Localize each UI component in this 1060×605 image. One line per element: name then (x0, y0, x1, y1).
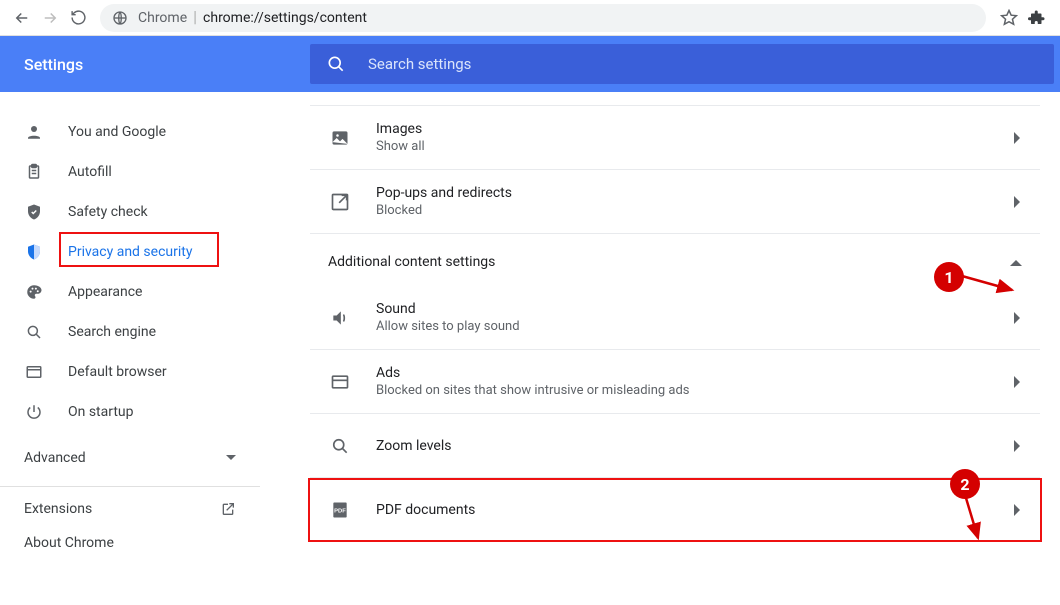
search-placeholder: Search settings (368, 55, 471, 73)
sidebar-label: Privacy and security (68, 244, 192, 260)
annotation-badge-2: 2 (950, 469, 980, 499)
back-button[interactable] (8, 4, 36, 32)
settings-sidebar: You and Google Autofill Safety check Pri… (0, 92, 260, 605)
sidebar-item-privacy-security[interactable]: Privacy and security (0, 232, 260, 272)
row-zoom-levels[interactable]: Zoom levels (310, 414, 1040, 478)
sidebar-item-on-startup[interactable]: On startup (0, 392, 260, 432)
extensions-icon[interactable] (1028, 9, 1046, 27)
shield-check-icon (24, 203, 44, 221)
chevron-right-icon (1014, 376, 1022, 388)
sidebar-extensions[interactable]: Extensions (0, 487, 260, 531)
image-icon (328, 128, 352, 148)
row-subtitle: Blocked on sites that show intrusive or … (376, 383, 1014, 398)
extensions-label: Extensions (24, 501, 92, 517)
sidebar-label: You and Google (68, 124, 166, 140)
url-text: chrome://settings/content (203, 10, 367, 26)
clipboard-icon (24, 163, 44, 181)
sidebar-item-you-and-google[interactable]: You and Google (0, 112, 260, 152)
ads-icon (328, 372, 352, 392)
section-additional-content[interactable]: Additional content settings (310, 234, 1040, 286)
sidebar-label: Autofill (68, 164, 112, 180)
browser-window-icon (24, 363, 44, 381)
row-popups-redirects[interactable]: Pop-ups and redirects Blocked (310, 170, 1040, 234)
forward-button[interactable] (36, 4, 64, 32)
sidebar-advanced[interactable]: Advanced (0, 432, 260, 478)
settings-search[interactable]: Search settings (310, 44, 1054, 84)
sidebar-item-default-browser[interactable]: Default browser (0, 352, 260, 392)
row-title: Zoom levels (376, 438, 1014, 454)
svg-text:PDF: PDF (334, 509, 346, 515)
sidebar-item-safety-check[interactable]: Safety check (0, 192, 260, 232)
address-bar[interactable]: Chrome | chrome://settings/content (100, 4, 986, 32)
section-header-label: Additional content settings (328, 254, 495, 270)
popup-icon (328, 192, 352, 212)
pdf-icon: PDF (328, 500, 352, 520)
row-pdf-documents[interactable]: PDF PDF documents (308, 478, 1042, 542)
row-title: Ads (376, 365, 1014, 381)
row-sound[interactable]: Sound Allow sites to play sound (310, 286, 1040, 350)
sidebar-item-autofill[interactable]: Autofill (0, 152, 260, 192)
security-shield-icon (24, 243, 44, 261)
zoom-icon (328, 436, 352, 456)
chevron-right-icon (1014, 132, 1022, 144)
reload-button[interactable] (64, 4, 92, 32)
sidebar-label: Safety check (68, 204, 148, 220)
bookmark-star-icon[interactable] (1000, 9, 1018, 27)
power-icon (24, 403, 44, 421)
url-separator: | (193, 7, 197, 26)
person-icon (24, 123, 44, 141)
row-subtitle: Blocked (376, 203, 1014, 218)
content-pane: Images Show all Pop-ups and redirects Bl… (260, 92, 1060, 605)
url-label-chrome: Chrome (138, 10, 187, 26)
magnifier-icon (24, 323, 44, 341)
caret-down-icon (226, 453, 236, 463)
external-link-icon (220, 501, 236, 517)
browser-toolbar: Chrome | chrome://settings/content (0, 0, 1060, 36)
row-subtitle: Show all (376, 139, 1014, 154)
row-ads[interactable]: Ads Blocked on sites that show intrusive… (310, 350, 1040, 414)
chevron-up-icon (1010, 258, 1022, 266)
site-info-icon[interactable] (112, 10, 128, 26)
search-icon (326, 54, 346, 74)
annotation-badge-1: 1 (934, 262, 964, 292)
sidebar-about-chrome[interactable]: About Chrome (0, 531, 260, 565)
settings-header: Settings Search settings (0, 36, 1060, 92)
chevron-right-icon (1014, 504, 1022, 516)
chevron-right-icon (1014, 312, 1022, 324)
sidebar-label: Appearance (68, 284, 142, 300)
row-title: Sound (376, 301, 1014, 317)
row-title: PDF documents (376, 502, 1014, 518)
about-chrome-label: About Chrome (24, 535, 114, 551)
chevron-right-icon (1014, 440, 1022, 452)
sidebar-label: Default browser (68, 364, 167, 380)
row-title: Pop-ups and redirects (376, 185, 1014, 201)
row-images[interactable]: Images Show all (310, 106, 1040, 170)
row-title: Images (376, 121, 1014, 137)
sound-icon (328, 308, 352, 328)
chevron-right-icon (1014, 196, 1022, 208)
annotation-arrow-1 (960, 272, 1020, 302)
sidebar-label: Search engine (68, 324, 156, 340)
settings-title: Settings (24, 55, 310, 74)
palette-icon (24, 283, 44, 301)
sidebar-item-search-engine[interactable]: Search engine (0, 312, 260, 352)
advanced-label: Advanced (24, 450, 86, 466)
sidebar-label: On startup (68, 404, 134, 420)
cutoff-row (310, 92, 1040, 106)
row-subtitle: Allow sites to play sound (376, 319, 1014, 334)
sidebar-item-appearance[interactable]: Appearance (0, 272, 260, 312)
annotation-arrow-2 (958, 496, 998, 546)
